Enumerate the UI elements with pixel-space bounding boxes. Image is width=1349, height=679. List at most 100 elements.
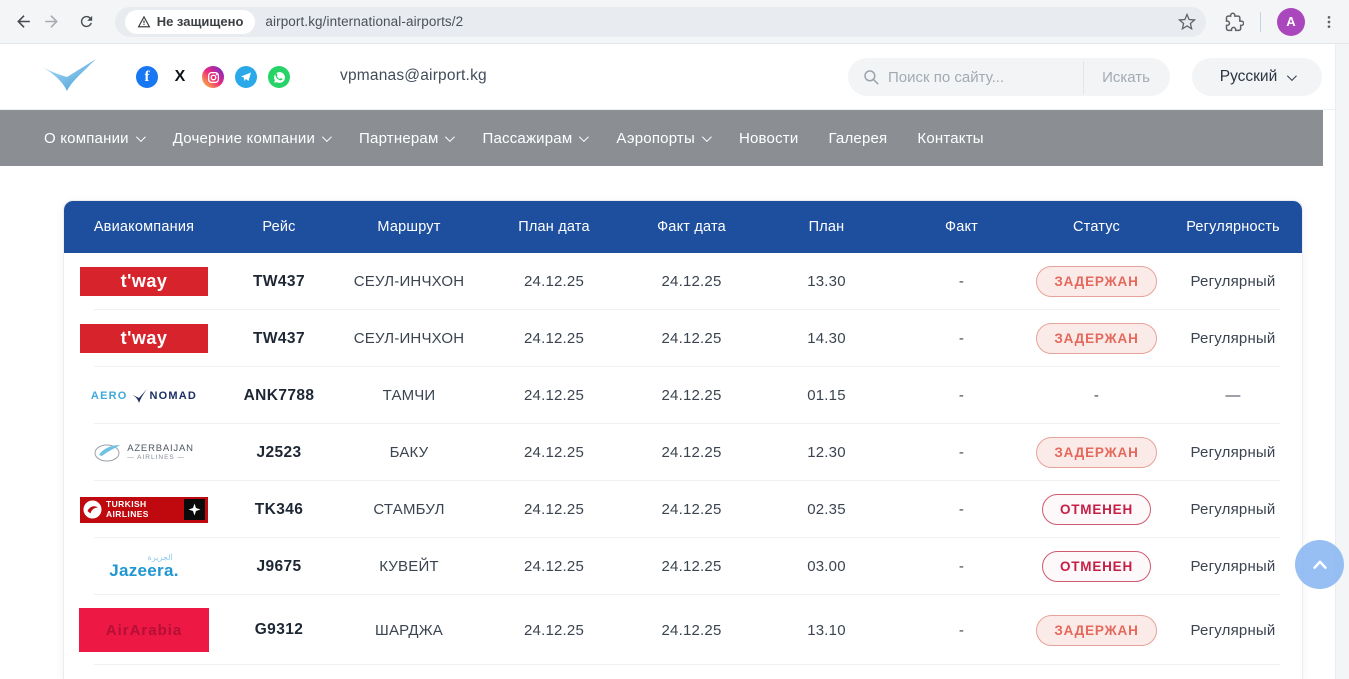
tway-logo: t'way xyxy=(80,267,208,296)
extensions-button[interactable] xyxy=(1224,12,1244,32)
browser-refresh-button[interactable] xyxy=(73,8,101,36)
table-row: الجزيرةJazeera.J9675КУВЕЙТ24.12.2524.12.… xyxy=(64,538,1302,595)
chevron-down-icon xyxy=(579,132,589,142)
chevron-down-icon xyxy=(1287,71,1297,81)
nav-item-label: Пассажирам xyxy=(482,130,572,147)
plan-time: 12.30 xyxy=(759,444,894,461)
plan-time: 03.00 xyxy=(759,558,894,575)
flight-number: TW437 xyxy=(224,330,334,348)
nav-item-7[interactable]: Галерея xyxy=(828,130,887,147)
status-badge: ЗАДЕРЖАН xyxy=(1036,615,1156,646)
site-header: f X vpmanas@airport.kg Искать Русский xyxy=(0,44,1335,110)
regularity: Регулярный xyxy=(1164,558,1302,575)
nav-item-label: Новости xyxy=(739,130,798,147)
column-header-5: Факт дата xyxy=(624,219,759,235)
plan-time: 01.15 xyxy=(759,387,894,404)
flight-number: TW437 xyxy=(224,273,334,291)
flight-number: G9312 xyxy=(224,621,334,639)
chevron-down-icon xyxy=(322,132,332,142)
nav-item-label: Галерея xyxy=(828,130,887,147)
fact-date: 24.12.25 xyxy=(624,273,759,290)
regularity: Регулярный xyxy=(1164,330,1302,347)
chevron-down-icon xyxy=(702,132,712,142)
table-row: TURKISHAIRLINES TK346СТАМБУЛ24.12.2524.1… xyxy=(64,481,1302,538)
flight-number: J2523 xyxy=(224,444,334,462)
plan-time: 02.35 xyxy=(759,501,894,518)
fact-time: - xyxy=(894,273,1029,290)
nav-item-label: О компании xyxy=(44,130,129,147)
browser-menu-button[interactable] xyxy=(1321,14,1337,30)
plan-date: 24.12.25 xyxy=(484,622,624,639)
chevron-down-icon xyxy=(445,132,455,142)
facebook-icon[interactable]: f xyxy=(136,66,158,88)
route: ТАМЧИ xyxy=(334,387,484,404)
column-header-9: Регулярность xyxy=(1164,219,1302,235)
profile-avatar[interactable]: A xyxy=(1277,8,1305,36)
regularity: Регулярный xyxy=(1164,273,1302,290)
nav-item-3[interactable]: Партнерам xyxy=(359,130,452,147)
status-badge: ОТМЕНЕН xyxy=(1042,494,1151,525)
toolbar-divider xyxy=(1260,12,1261,32)
chevron-up-icon xyxy=(1307,552,1333,578)
fact-date: 24.12.25 xyxy=(624,444,759,461)
whatsapp-icon[interactable] xyxy=(268,66,290,88)
main-nav: О компании Дочерние компании Партнерам Пасс… xyxy=(0,110,1323,166)
status-badge: ОТМЕНЕН xyxy=(1042,551,1151,582)
regularity: Регулярный xyxy=(1164,444,1302,461)
column-header-3: Маршрут xyxy=(334,219,484,235)
nav-item-5[interactable]: Аэропорты xyxy=(616,130,709,147)
browser-back-button[interactable] xyxy=(10,8,38,36)
fact-date: 24.12.25 xyxy=(624,558,759,575)
nav-item-1[interactable]: О компании xyxy=(44,130,143,147)
plan-time: 13.10 xyxy=(759,622,894,639)
nav-item-6[interactable]: Новости xyxy=(739,130,798,147)
bookmark-star-button[interactable] xyxy=(1178,13,1196,31)
flight-number: J9675 xyxy=(224,558,334,576)
status-cell: ЗАДЕРЖАН xyxy=(1029,323,1164,354)
regularity: — xyxy=(1164,387,1302,404)
plan-date: 24.12.25 xyxy=(484,330,624,347)
instagram-icon[interactable] xyxy=(202,66,224,88)
address-bar[interactable]: Не защищено airport.kg/international-air… xyxy=(115,7,1206,37)
airline-logo-cell: AZERBAIJAN— AIRLINES — xyxy=(64,443,224,463)
search-submit-button[interactable]: Искать xyxy=(1083,61,1166,94)
x-twitter-icon[interactable]: X xyxy=(169,66,191,88)
extensions-puzzle-icon xyxy=(1224,12,1244,32)
airport-logo[interactable] xyxy=(38,55,100,104)
regularity: Регулярный xyxy=(1164,622,1302,639)
page-scrollbar[interactable] xyxy=(1335,44,1349,679)
column-header-6: План xyxy=(759,219,894,235)
scroll-to-top-button[interactable] xyxy=(1295,540,1344,589)
route: КУВЕЙТ xyxy=(334,558,484,575)
fact-date: 24.12.25 xyxy=(624,330,759,347)
browser-toolbar-right: A xyxy=(1224,8,1349,36)
browser-forward-button[interactable] xyxy=(38,8,66,36)
fact-time: - xyxy=(894,558,1029,575)
url-text[interactable]: airport.kg/international-airports/2 xyxy=(265,14,1178,29)
nav-item-2[interactable]: Дочерние компании xyxy=(173,130,329,147)
nav-item-label: Дочерние компании xyxy=(173,130,315,147)
bird-glyph xyxy=(130,388,148,404)
column-header-7: Факт xyxy=(894,219,1029,235)
refresh-icon xyxy=(78,13,95,30)
flights-table-card: АвиакомпанияРейсМаршрутПлан датаФакт дат… xyxy=(63,200,1303,679)
fact-date: 24.12.25 xyxy=(624,622,759,639)
column-header-1: Авиакомпания xyxy=(64,219,224,235)
route: СЕУЛ-ИНЧХОН xyxy=(334,273,484,290)
plan-date: 24.12.25 xyxy=(484,444,624,461)
security-chip[interactable]: Не защищено xyxy=(125,10,256,34)
route: БАКУ xyxy=(334,444,484,461)
nav-item-4[interactable]: Пассажирам xyxy=(482,130,586,147)
search-input[interactable] xyxy=(888,69,1083,86)
telegram-icon[interactable] xyxy=(235,66,257,88)
plan-time: 14.30 xyxy=(759,330,894,347)
route: ШАРДЖА xyxy=(334,622,484,639)
instagram-camera-glyph xyxy=(207,71,220,84)
column-header-4: План дата xyxy=(484,219,624,235)
language-selector[interactable]: Русский xyxy=(1192,58,1322,96)
nav-item-8[interactable]: Контакты xyxy=(917,130,983,147)
language-label: Русский xyxy=(1220,68,1278,86)
search-icon xyxy=(862,68,880,86)
tway-logo: t'way xyxy=(80,324,208,353)
site-search: Искать xyxy=(848,58,1170,96)
